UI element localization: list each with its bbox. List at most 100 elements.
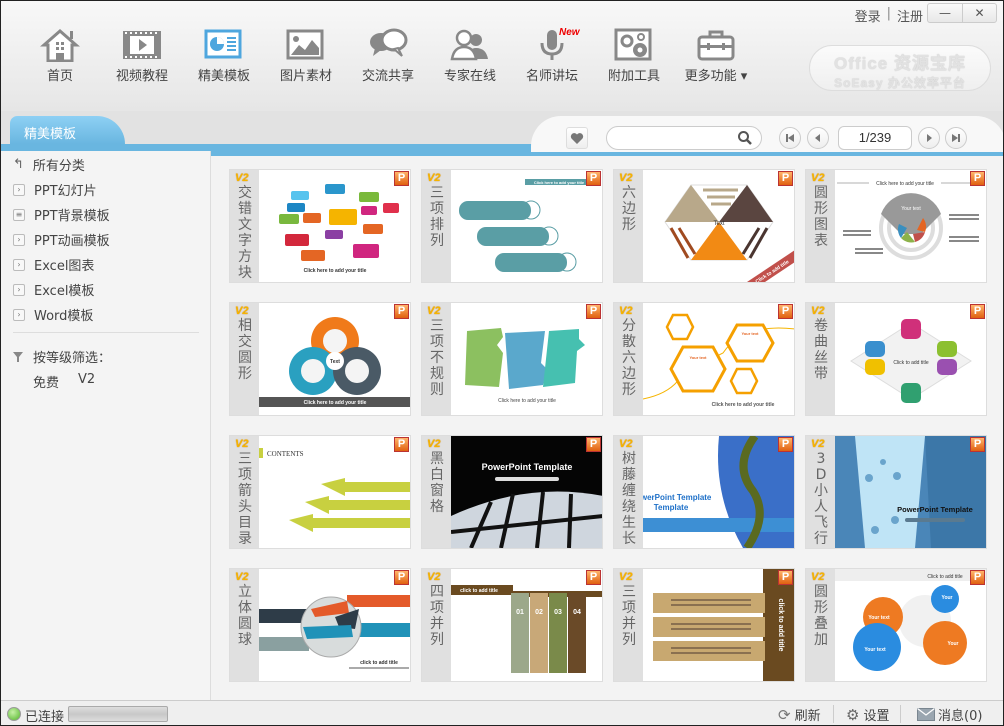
header: 首页 视频教程 精美模板 图片素材 交流共享 专家在线 New 名师讲坛 附加工… bbox=[1, 1, 1003, 111]
template-title: 3D小人飞行 bbox=[814, 451, 828, 547]
thumbnail-caption: Click here to add your title bbox=[498, 398, 556, 404]
card-sidebar: V2 六边形 bbox=[614, 170, 643, 282]
level-badge: V2 bbox=[619, 172, 633, 184]
svg-text:Your text: Your text bbox=[901, 206, 921, 212]
level-badge: V2 bbox=[619, 438, 633, 450]
messages-button[interactable]: 消息(0) bbox=[917, 705, 982, 724]
nav-experts[interactable]: 专家在线 bbox=[429, 27, 511, 97]
thumbnail-caption: click to add title bbox=[777, 599, 784, 652]
template-card[interactable]: V2 三项排列 Click here to add your title P bbox=[421, 169, 603, 283]
nav-templates[interactable]: 精美模板 bbox=[183, 27, 265, 97]
template-card[interactable]: V2 交错文字方块 Click here to add your title P bbox=[229, 169, 411, 283]
template-card[interactable]: V2 分散六边形 Your text Your text Click here t… bbox=[613, 302, 795, 416]
level-badge: V2 bbox=[235, 438, 249, 450]
minimize-button[interactable]: — bbox=[928, 4, 962, 22]
level-badge: V2 bbox=[427, 438, 441, 450]
template-card[interactable]: V2 三项不规则 Click here to add your title P bbox=[421, 302, 603, 416]
filter-option-label: 免费 bbox=[33, 376, 60, 391]
progress-bar bbox=[68, 706, 168, 722]
sidebar-item-excel-charts[interactable]: › Excel图表 bbox=[13, 255, 94, 274]
filter-free[interactable]: 免费 bbox=[33, 372, 59, 391]
prev-page-button[interactable] bbox=[807, 127, 829, 149]
thumbnail-caption: click to add title bbox=[360, 660, 398, 666]
template-card[interactable]: V2 圆形叠加 Click to add title Your text Your … bbox=[805, 568, 987, 682]
template-card[interactable]: V2 六边形 Text Click to add title P bbox=[613, 169, 795, 283]
template-card[interactable]: V2 三项箭头目录 CONTENTS P bbox=[229, 435, 411, 549]
powerpoint-icon: P bbox=[778, 570, 793, 585]
template-card[interactable]: V2 圆形图表 Click here to add your title Your… bbox=[805, 169, 987, 283]
sidebar-item-label: Excel模板 bbox=[34, 284, 95, 299]
nav-more[interactable]: 更多功能 ▾ bbox=[675, 27, 757, 97]
powerpoint-icon: P bbox=[394, 437, 409, 452]
card-sidebar: V2 分散六边形 bbox=[614, 303, 643, 415]
mail-icon bbox=[917, 708, 935, 721]
nav-video-tutorials[interactable]: 视频教程 bbox=[101, 27, 183, 97]
thumbnail-caption: Click to add title bbox=[927, 574, 963, 580]
sidebar-item-label: Word模板 bbox=[34, 309, 94, 324]
level-badge: V2 bbox=[235, 172, 249, 184]
sidebar-item-word-templates[interactable]: › Word模板 bbox=[13, 305, 93, 324]
powerpoint-icon: P bbox=[970, 171, 985, 186]
search-icon[interactable] bbox=[737, 130, 753, 146]
level-badge: V2 bbox=[811, 438, 825, 450]
thumbnail-caption: click to add title bbox=[460, 588, 498, 594]
template-title: 三项箭头目录 bbox=[238, 451, 252, 547]
brand-logo: Office 资源宝库 SoEasy 办公效率平台 bbox=[809, 45, 991, 91]
refresh-label: 刷新 bbox=[794, 709, 821, 724]
template-card[interactable]: V2 3D小人飞行 PowerPoint Template P bbox=[805, 435, 987, 549]
template-thumbnail: PowerPoint Template bbox=[835, 436, 986, 548]
register-link[interactable]: 注册 bbox=[897, 6, 923, 25]
thumbnail-caption: PowerPoint Template bbox=[897, 505, 973, 514]
template-card[interactable]: V2树藤缠绕生长 PowerPoint Template Template P bbox=[613, 435, 795, 549]
thumbnail-caption: Click to add title bbox=[893, 360, 929, 366]
template-card[interactable]: V2 卷曲丝带 Click to add title P bbox=[805, 302, 987, 416]
powerpoint-icon: P bbox=[586, 570, 601, 585]
tab-templates[interactable]: 精美模板 bbox=[10, 116, 125, 144]
template-card[interactable]: V2 立体圆球 click to add title P bbox=[229, 568, 411, 682]
first-page-button[interactable] bbox=[779, 127, 801, 149]
template-card[interactable]: V2 三项并列 click to add title P bbox=[613, 568, 795, 682]
brand-title: Office 资源宝库 bbox=[834, 54, 966, 73]
level-badge: V2 bbox=[235, 305, 249, 317]
search-input[interactable] bbox=[617, 128, 747, 148]
template-title: 三项排列 bbox=[430, 185, 444, 249]
sidebar-item-ppt-backgrounds[interactable]: ≡ PPT背景模板 bbox=[13, 205, 110, 224]
sidebar-item-ppt-slides[interactable]: › PPT幻灯片 bbox=[13, 180, 97, 199]
tab-bar: 精美模板 1/239 bbox=[1, 111, 1003, 156]
svg-text:Your text: Your text bbox=[741, 331, 759, 336]
filter-v2[interactable]: V2 bbox=[78, 372, 95, 387]
template-title: 圆形叠加 bbox=[814, 584, 828, 648]
expand-icon: › bbox=[13, 308, 25, 321]
sidebar: ↰ 所有分类 › PPT幻灯片 ≡ PPT背景模板 › PPT动画模板 › Ex… bbox=[1, 151, 211, 700]
nav-pictures[interactable]: 图片素材 bbox=[265, 27, 347, 97]
nav-share[interactable]: 交流共享 bbox=[347, 27, 429, 97]
sidebar-item-excel-templates[interactable]: › Excel模板 bbox=[13, 280, 94, 299]
nav-home[interactable]: 首页 bbox=[19, 27, 101, 97]
refresh-icon: ⟳ bbox=[778, 705, 791, 724]
nav-lectures[interactable]: New 名师讲坛 bbox=[511, 27, 593, 97]
powerpoint-icon: P bbox=[970, 437, 985, 452]
template-thumbnail: Text Click to add title bbox=[643, 170, 794, 282]
powerpoint-icon: P bbox=[394, 171, 409, 186]
sidebar-item-ppt-animations[interactable]: › PPT动画模板 bbox=[13, 230, 110, 249]
template-card[interactable]: V2 四项并列 click to add title 01 02 03 04 P bbox=[421, 568, 603, 682]
close-button[interactable]: ✕ bbox=[962, 4, 996, 22]
next-page-button[interactable] bbox=[918, 127, 940, 149]
refresh-button[interactable]: ⟳ 刷新 bbox=[778, 705, 821, 725]
login-link[interactable]: 登录 bbox=[855, 6, 881, 25]
sidebar-all-categories[interactable]: ↰ 所有分类 bbox=[13, 155, 85, 174]
card-sidebar: V2 交错文字方块 bbox=[230, 170, 259, 282]
page-indicator[interactable]: 1/239 bbox=[838, 126, 912, 150]
thumbnail-caption: Click here to add your title bbox=[712, 402, 775, 408]
template-card[interactable]: V2 黑白窗格 PowerPoint Template P bbox=[421, 435, 603, 549]
settings-button[interactable]: ⚙ 设置 bbox=[846, 705, 889, 725]
nav-tools[interactable]: 附加工具 bbox=[593, 27, 675, 97]
card-sidebar: V2 圆形叠加 bbox=[806, 569, 835, 681]
card-sidebar: V2 三项排列 bbox=[422, 170, 451, 282]
template-card[interactable]: V2 相交圆形 Text Click here to add your title… bbox=[229, 302, 411, 416]
list-icon: ≡ bbox=[13, 208, 25, 221]
filter-heading: 按等级筛选： bbox=[13, 347, 111, 366]
last-page-button[interactable] bbox=[945, 127, 967, 149]
favorites-button[interactable] bbox=[566, 127, 588, 149]
nav-label: 首页 bbox=[46, 69, 73, 84]
